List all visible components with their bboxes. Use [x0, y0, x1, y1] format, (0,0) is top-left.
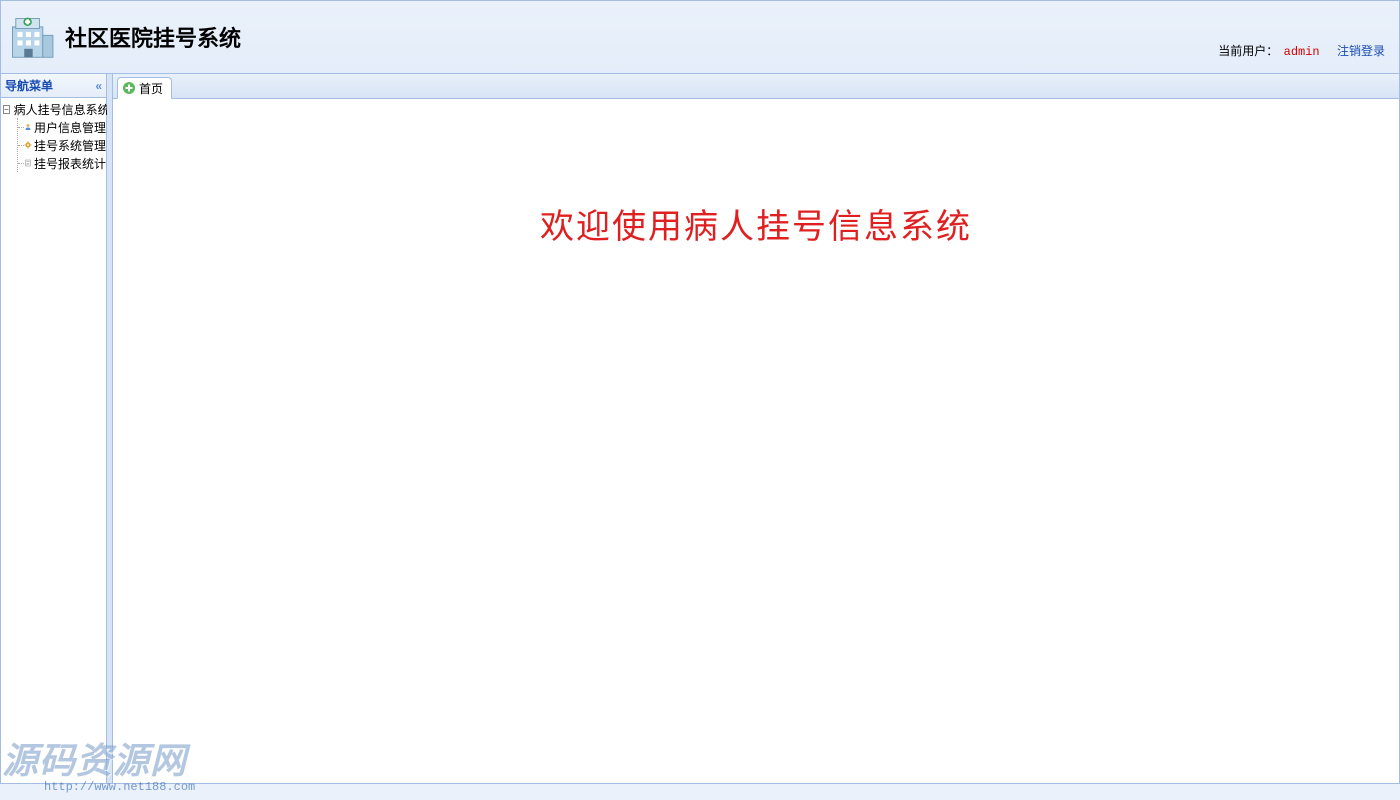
body-wrap: 导航菜单 « − 病人挂号信息系统 用户信息管理	[0, 74, 1400, 784]
app-header: 社区医院挂号系统 当前用户： admin 注销登录	[0, 0, 1400, 74]
tree-node-system-mgmt[interactable]: 挂号系统管理	[18, 136, 106, 154]
sidebar-title: 导航菜单	[5, 77, 53, 94]
tree-node-user-mgmt[interactable]: 用户信息管理	[18, 118, 106, 136]
nav-tree: − 病人挂号信息系统 用户信息管理 挂号系统管理	[1, 98, 106, 172]
app-title: 社区医院挂号系统	[65, 21, 241, 53]
report-icon	[24, 155, 32, 171]
logout-link[interactable]: 注销登录	[1337, 44, 1385, 58]
tree-collapse-icon[interactable]: −	[3, 105, 10, 114]
tree-node-label: 挂号系统管理	[34, 137, 106, 154]
current-user-label: 当前用户：	[1218, 44, 1278, 58]
sidebar: 导航菜单 « − 病人挂号信息系统 用户信息管理	[1, 74, 107, 783]
tab-label: 首页	[139, 80, 163, 97]
user-area: 当前用户： admin 注销登录	[1218, 42, 1385, 59]
tab-home[interactable]: 首页	[117, 77, 172, 99]
sidebar-header: 导航菜单 «	[1, 74, 106, 98]
content-area: 欢迎使用病人挂号信息系统	[113, 99, 1399, 783]
logo-area: 社区医院挂号系统	[1, 9, 241, 65]
tabs-bar: 首页	[113, 74, 1399, 99]
current-user-name: admin	[1284, 45, 1320, 59]
tree-node-label: 用户信息管理	[34, 119, 106, 136]
hospital-icon	[3, 9, 59, 65]
collapse-icon[interactable]: «	[95, 79, 102, 93]
main-area: 首页 欢迎使用病人挂号信息系统	[113, 74, 1399, 783]
user-icon	[24, 119, 32, 135]
gear-icon	[24, 137, 32, 153]
tree-root-label: 病人挂号信息系统	[14, 101, 110, 118]
tree-node-label: 挂号报表统计	[34, 155, 106, 172]
welcome-text: 欢迎使用病人挂号信息系统	[540, 199, 972, 783]
tree-root-node[interactable]: − 病人挂号信息系统	[3, 100, 106, 118]
tree-node-report[interactable]: 挂号报表统计	[18, 154, 106, 172]
tree-children: 用户信息管理 挂号系统管理 挂号报表统计	[17, 118, 106, 172]
home-plus-icon	[122, 81, 136, 95]
